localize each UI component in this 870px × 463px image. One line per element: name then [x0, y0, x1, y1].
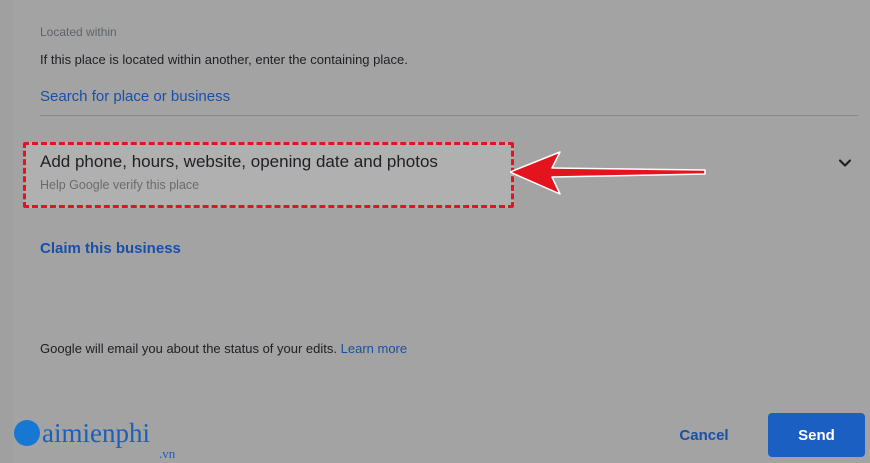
add-details-subtitle: Help Google verify this place [40, 178, 200, 192]
logo-sub: .vn [159, 446, 176, 461]
email-status-text: Google will email you about the status o… [40, 341, 337, 356]
located-within-label: Located within [40, 25, 117, 39]
logo-text: aimienphi [42, 418, 150, 448]
red-arrow-annotation [510, 151, 706, 195]
cancel-button[interactable]: Cancel [664, 413, 744, 457]
add-details-title[interactable]: Add phone, hours, website, opening date … [40, 152, 438, 172]
send-button[interactable]: Send [768, 413, 865, 457]
logo-circle-icon [14, 420, 40, 446]
chevron-down-icon[interactable] [836, 154, 854, 172]
learn-more-link[interactable]: Learn more [341, 341, 407, 356]
watermark-logo: aimienphi .vn [14, 418, 214, 463]
search-place-link[interactable]: Search for place or business [40, 88, 230, 105]
claim-business-link[interactable]: Claim this business [40, 240, 181, 257]
divider [40, 115, 858, 116]
email-status-note: Google will email you about the status o… [40, 341, 407, 356]
located-within-help: If this place is located within another,… [40, 52, 408, 67]
edit-place-dialog [13, 0, 870, 463]
